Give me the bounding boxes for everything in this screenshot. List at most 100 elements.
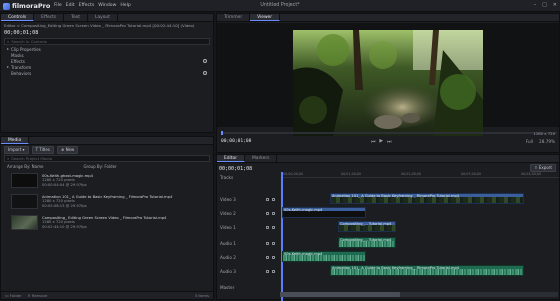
tab-viewer[interactable]: Viewer [250, 14, 281, 21]
media-item-duration: 00:00:04:04 @ 29.97fps [42, 182, 87, 187]
timeline-timecode[interactable]: 00;00;01;08 [219, 166, 252, 172]
titles-button[interactable]: T Titles [31, 146, 54, 154]
video-frame [293, 30, 483, 136]
track-header-tracks: Tracks [220, 174, 234, 180]
viewer-resolution: 1280 x 720 [533, 131, 555, 136]
group-by-select[interactable]: Group By: Folder [83, 164, 116, 169]
viewer-scrubber[interactable] [221, 131, 557, 135]
media-item-info: Animation 101_ A Guide to Basic Keyframi… [42, 195, 172, 209]
timeline-scrollbar[interactable] [280, 292, 558, 297]
eye-icon[interactable] [272, 197, 275, 201]
viewer-playhead[interactable] [221, 131, 223, 135]
controls-timecode[interactable]: 00;00;01;08 [4, 30, 38, 36]
step-back-icon[interactable]: ⏮ [371, 139, 375, 145]
prop-label: Clip Properties [11, 46, 41, 52]
lock-icon[interactable] [266, 269, 269, 273]
clip-video-1[interactable]: Compositing_... Tutorial.mp4 [338, 221, 396, 232]
lock-icon[interactable] [266, 211, 269, 215]
import-button[interactable]: Import ▾ [4, 146, 29, 154]
media-item-duration: 00:02:44:10 @ 29.97fps [42, 224, 87, 229]
search-icon: ⌕ [7, 39, 10, 44]
viewer-toolbar: 00;00;01;08 ⏮ ▶ ⏭ Full 28.79% [221, 138, 557, 145]
controls-tabs: Controls Effects Text Layout [1, 14, 213, 22]
play-icon[interactable]: ▶ [379, 139, 383, 145]
new-folder-button[interactable]: ▭ Folder [5, 293, 22, 298]
ruler-label: 00;00;00;00 [283, 172, 304, 176]
item-count: 3 Items [194, 293, 209, 298]
tab-text[interactable]: Text [64, 14, 88, 21]
tab-media[interactable]: Media [1, 137, 30, 144]
clip-video-3[interactable]: Animation 101_ A Guide to Basic Keyframi… [330, 193, 524, 204]
viewer-timecode[interactable]: 00;00;01;08 [221, 139, 251, 144]
ruler-label: 00;01;00;00 [341, 172, 362, 176]
tab-effects[interactable]: Effects [34, 14, 65, 21]
media-sort-row: Arrange By: Name Group By: Folder [1, 162, 213, 170]
clip-label: Animation 101_ A Guide to Basic Keyframi… [332, 266, 460, 270]
speaker-icon[interactable] [272, 255, 275, 259]
timeline-playhead[interactable] [281, 172, 283, 301]
viewer-zoom-select[interactable]: Full [526, 139, 533, 144]
clip-audio-1[interactable]: Compositing_... Tutorial.mp4 [338, 237, 396, 248]
track-header-audio-1: Audio 1 [216, 236, 278, 250]
media-item-duration: 00:05:08:13 @ 29.97fps [42, 203, 87, 208]
tab-trimmer[interactable]: Trimmer [217, 14, 251, 21]
media-item[interactable]: Compositing_ Editing Green Screen Video … [11, 212, 213, 233]
clip-label: 00s-Keith-magic.mp4 [284, 252, 323, 256]
tab-controls[interactable]: Controls [1, 14, 35, 21]
window-controls: – □ ✕ [534, 2, 557, 8]
scrollbar-thumb[interactable] [280, 292, 400, 297]
track-header-video-3: Video 3 [216, 192, 278, 206]
controls-timecode-row: 00;00;01;08 [1, 29, 213, 37]
track-header-video-2: Video 2 [216, 206, 278, 220]
add-effect-icon[interactable] [203, 59, 207, 63]
clip-label: Animation 101_ A Guide to Basic Keyframi… [332, 194, 460, 198]
media-thumbnail [11, 194, 38, 209]
track-header-master: Master [220, 284, 235, 290]
clip-audio-2[interactable]: 00s-Keith-magic.mp4 [282, 251, 366, 262]
breadcrumb-text: Editor > Compositing_Editing Green Scree… [4, 23, 195, 28]
close-icon[interactable]: ✕ [553, 2, 557, 8]
lock-icon[interactable] [266, 255, 269, 259]
ruler-label: 00;03;00;00 [461, 172, 482, 176]
export-button[interactable]: ⇪ Export [530, 164, 556, 172]
eye-icon[interactable] [272, 211, 275, 215]
timeline-ruler[interactable]: 00;00;00;00 00;01;00;00 00;02;00;00 00;0… [281, 172, 559, 178]
track-header-video-1: Video 1 [216, 220, 278, 234]
track-header-audio-2: Audio 2 [216, 250, 278, 264]
prop-label: Masks [11, 52, 24, 58]
media-toolbar: Import ▾ T Titles ⊕ New [1, 145, 213, 155]
step-forward-icon[interactable]: ⏭ [387, 139, 391, 145]
media-search[interactable]: ⌕ Search Project Media [4, 155, 210, 162]
playback-controls: ⏮ ▶ ⏭ [371, 139, 391, 145]
breadcrumb: Editor > Compositing_Editing Green Scree… [1, 22, 213, 29]
clip-video-2[interactable]: 00s-Keith-magic.mp4 [282, 207, 366, 218]
forest-video-frame [293, 30, 483, 136]
lock-icon[interactable] [266, 225, 269, 229]
eye-icon[interactable] [272, 225, 275, 229]
timeline-timecode-row: 00;00;01;08 [219, 165, 252, 172]
prop-behaviors[interactable]: Behaviors [1, 70, 213, 76]
ruler-label: 00;02;00;00 [401, 172, 422, 176]
tab-markers[interactable]: Markers [245, 155, 278, 162]
remove-button[interactable]: ✕ Remove [28, 293, 48, 298]
speaker-icon[interactable] [272, 241, 275, 245]
tab-editor[interactable]: Editor [217, 155, 245, 162]
lock-icon[interactable] [266, 241, 269, 245]
media-search-placeholder: Search Project Media [11, 156, 53, 161]
clip-audio-3[interactable]: Animation 101_ A Guide to Basic Keyframi… [330, 265, 524, 276]
viewer-panel: Trimmer Viewer 00;00;01;08 ⏮ ▶ ⏭ Full 28… [216, 13, 560, 153]
arrange-by-select[interactable]: Arrange By: Name [7, 164, 43, 169]
add-behavior-icon[interactable] [203, 71, 207, 75]
track-header-audio-3: Audio 3 [216, 264, 278, 278]
new-button[interactable]: ⊕ New [56, 146, 79, 154]
media-item[interactable]: Animation 101_ A Guide to Basic Keyframi… [11, 191, 213, 212]
maximize-icon[interactable]: □ [542, 2, 547, 8]
speaker-icon[interactable] [272, 269, 275, 273]
controls-search[interactable]: ⌕ Search In Controls [4, 38, 210, 45]
tab-layout[interactable]: Layout [88, 14, 118, 21]
viewer-zoom-level[interactable]: 28.79% [539, 139, 555, 144]
minimize-icon[interactable]: – [534, 2, 537, 8]
media-item[interactable]: 00s-Keith-ghost-magic.mp4 1280 x 720 pix… [11, 170, 213, 191]
lock-icon[interactable] [266, 197, 269, 201]
expand-caret-icon [7, 66, 9, 68]
